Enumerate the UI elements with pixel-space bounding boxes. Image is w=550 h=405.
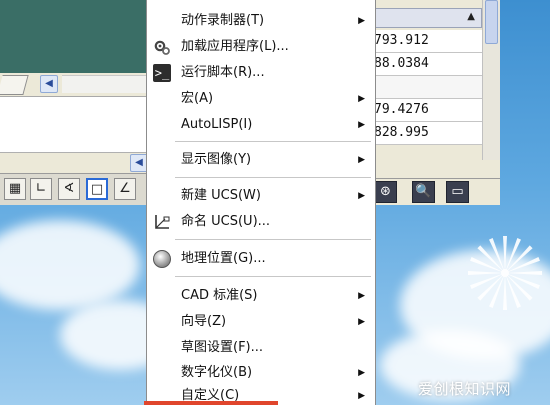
menu-item-new-ucs[interactable]: 新建 UCS(W) ▶	[147, 183, 375, 209]
horizontal-scrollbar[interactable]	[62, 75, 150, 93]
properties-window: ▲ 793.912 88.0384 79.4276 828.995 ⊛ 🔍 ▭	[372, 0, 500, 205]
gears-icon	[154, 40, 170, 55]
menu-item-named-ucs[interactable]: 命名 UCS(U)...	[147, 209, 375, 235]
submenu-arrow-icon: ▶	[358, 94, 365, 104]
otrack-button[interactable]: ∠	[114, 178, 136, 200]
drawing-window: ◀ ◀ ▦ ∟ ∢ □ ∠	[0, 0, 150, 205]
cloud	[0, 220, 140, 310]
command-area[interactable]	[0, 97, 150, 153]
menu-item-drafting-settings[interactable]: 草图设置(F)...	[147, 335, 375, 361]
submenu-arrow-icon: ▶	[358, 191, 365, 201]
ortho-button[interactable]: ∟	[30, 178, 52, 200]
ucs-icon	[155, 215, 170, 229]
property-value[interactable]: 793.912	[372, 30, 482, 53]
osnap-button[interactable]: □	[86, 178, 108, 200]
submenu-arrow-icon: ▶	[358, 120, 365, 130]
angle-icon: ∠	[119, 181, 131, 196]
viewport-button[interactable]: ▭	[446, 181, 469, 203]
menu-item-macro[interactable]: 宏(A) ▶	[147, 86, 375, 112]
annotation-button[interactable]: ⊛	[374, 181, 397, 203]
status-bar: ▦ ∟ ∢ □ ∠	[0, 173, 150, 205]
menu-item-wizards[interactable]: 向导(Z) ▶	[147, 309, 375, 335]
watermark: 爱创根知识网	[418, 376, 548, 402]
pinwheel-blade	[477, 245, 505, 273]
chevron-left-icon: ◀	[45, 78, 53, 89]
menu-item-cad-standards[interactable]: CAD 标准(S) ▶	[147, 283, 375, 309]
layout-tab[interactable]	[0, 75, 29, 95]
pinwheel-blade	[468, 271, 505, 275]
pinwheel-blade	[503, 273, 507, 310]
pinwheel-blade	[505, 245, 533, 273]
annotation-icon: ⊛	[380, 184, 391, 199]
script-icon: >_	[153, 64, 171, 82]
menu-item-display-image[interactable]: 显示图像(Y) ▶	[147, 147, 375, 173]
menu-item-geographic-location[interactable]: 地理位置(G)...	[147, 246, 375, 272]
collapse-arrow-icon: ▲	[467, 11, 475, 22]
property-value[interactable]: 828.995	[372, 122, 482, 145]
magnifier-icon: 🔍	[415, 184, 432, 199]
command-scrollbar: ◀	[0, 153, 150, 173]
polar-button[interactable]: ∢	[58, 178, 80, 200]
pinwheel-blade	[477, 273, 505, 301]
properties-section-header[interactable]: ▲	[372, 8, 482, 28]
osnap-icon: □	[90, 182, 104, 197]
globe-icon	[153, 250, 171, 268]
menu-item-run-script[interactable]: >_ 运行脚本(R)...	[147, 60, 375, 86]
polar-icon: ∢	[63, 181, 75, 196]
properties-table: 793.912 88.0384 79.4276 828.995	[372, 30, 482, 145]
grid-icon: ▦	[8, 181, 22, 196]
menu-item-load-application[interactable]: 加载应用程序(L)...	[147, 34, 375, 60]
menu-item-autolisp[interactable]: AutoLISP(I) ▶	[147, 112, 375, 138]
property-value[interactable]: 79.4276	[372, 99, 482, 122]
watermark-text: 爱创根知识网	[418, 380, 512, 398]
pinwheel-blade	[505, 273, 533, 301]
status-toolbar: ⊛ 🔍 ▭	[372, 178, 500, 205]
menu-item-action-recorder[interactable]: 动作录制器(T) ▶	[147, 8, 375, 34]
submenu-arrow-icon: ▶	[358, 291, 365, 301]
property-value[interactable]: 88.0384	[372, 53, 482, 76]
pinwheel-blade	[505, 271, 542, 275]
submenu-arrow-icon: ▶	[358, 391, 365, 401]
pinwheel-blade	[503, 236, 507, 273]
drawing-canvas[interactable]	[0, 0, 150, 73]
ortho-icon: ∟	[35, 181, 47, 196]
pinwheel-graphic	[468, 236, 542, 310]
scroll-left-button[interactable]: ◀	[40, 75, 58, 93]
highlight-bar	[144, 401, 278, 405]
menu-separator	[175, 239, 371, 240]
menu-separator	[175, 276, 371, 277]
vertical-scrollbar[interactable]	[482, 0, 500, 160]
chevron-left-icon: ◀	[135, 157, 143, 168]
submenu-arrow-icon: ▶	[358, 16, 365, 26]
tools-dropdown-menu: 动作录制器(T) ▶ 加载应用程序(L)... >_ 运行脚本(R)... 宏(…	[146, 0, 376, 405]
property-value[interactable]	[372, 76, 482, 99]
scrollbar-thumb[interactable]	[485, 0, 498, 44]
menu-separator	[175, 177, 371, 178]
menu-separator	[175, 141, 371, 142]
grid-button[interactable]: ▦	[4, 178, 26, 200]
viewport-icon: ▭	[451, 184, 464, 199]
submenu-arrow-icon: ▶	[358, 317, 365, 327]
layout-tab-strip: ◀	[0, 73, 150, 97]
zoom-button[interactable]: 🔍	[412, 181, 435, 203]
submenu-arrow-icon: ▶	[358, 155, 365, 165]
